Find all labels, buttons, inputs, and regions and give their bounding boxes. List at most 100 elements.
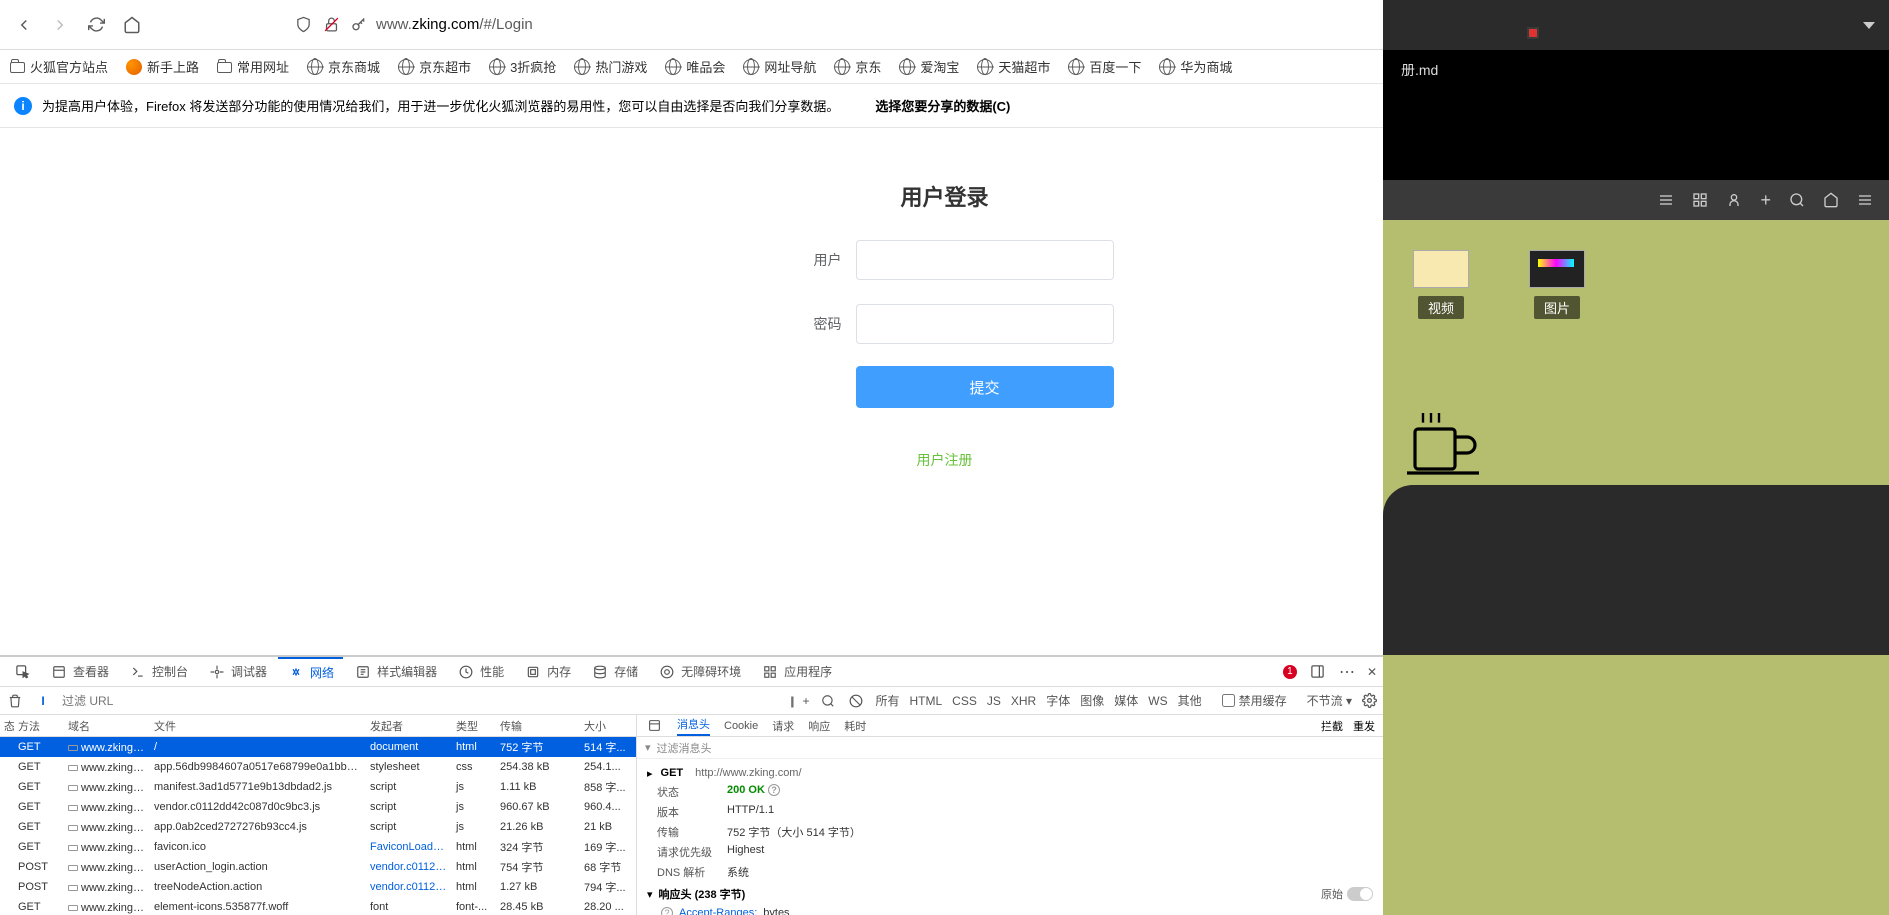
table-row[interactable]: GETwww.zking.c...manifest.3ad1d5771e9b13…: [0, 777, 636, 797]
register-link[interactable]: 用户注册: [917, 450, 973, 470]
column-header[interactable]: 大小: [580, 718, 634, 734]
type-filter[interactable]: 字体: [1046, 692, 1070, 709]
detail-tab[interactable]: 请求: [772, 718, 794, 734]
search-icon[interactable]: [1789, 192, 1805, 208]
block-button[interactable]: 拦截: [1321, 718, 1343, 734]
forward-button[interactable]: [46, 11, 74, 39]
key-icon[interactable]: [350, 16, 368, 34]
inspector-pick-icon[interactable]: [6, 657, 39, 686]
devtools-tab[interactable]: 网络: [278, 657, 343, 686]
bookmark-item[interactable]: 网址导航: [743, 57, 816, 76]
home-button[interactable]: [118, 11, 146, 39]
bookmark-item[interactable]: 热门游戏: [574, 57, 647, 76]
devtools-tab[interactable]: 查看器: [41, 657, 118, 686]
detail-toggle-icon[interactable]: [645, 717, 663, 735]
url-bar[interactable]: www.zking.com/#/Login: [154, 16, 1553, 34]
bookmark-item[interactable]: 爱淘宝: [899, 57, 959, 76]
bookmark-item[interactable]: 京东商城: [307, 57, 380, 76]
devtools-tab[interactable]: 内存: [515, 657, 580, 686]
column-header[interactable]: 域名: [64, 718, 150, 734]
disclosure-triangle-icon[interactable]: ▾: [647, 888, 653, 901]
password-input[interactable]: [856, 304, 1114, 344]
detail-tab[interactable]: 消息头: [677, 716, 710, 736]
type-filter[interactable]: 图像: [1080, 692, 1104, 709]
table-row[interactable]: POSTwww.zking.c...userAction_login.actio…: [0, 857, 636, 877]
raw-toggle[interactable]: [1347, 887, 1373, 901]
header-filter-placeholder[interactable]: 过滤消息头: [657, 740, 712, 756]
devtools-dock-icon[interactable]: [1309, 663, 1327, 681]
filter-cursor-icon[interactable]: I: [34, 692, 52, 710]
bookmark-item[interactable]: 常用网址: [217, 57, 289, 76]
table-row[interactable]: POSTwww.zking.c...treeNodeAction.actionv…: [0, 877, 636, 897]
table-row[interactable]: GETwww.zking.c...app.56db9984607a0517e68…: [0, 757, 636, 777]
grid-icon[interactable]: [1692, 192, 1708, 208]
hamburger-icon[interactable]: [1857, 192, 1873, 208]
devtools-tab[interactable]: 无障碍环境: [649, 657, 750, 686]
detail-tab[interactable]: 响应: [808, 718, 830, 734]
reload-button[interactable]: [82, 11, 110, 39]
type-filter[interactable]: 其他: [1178, 692, 1202, 709]
folder-thumb[interactable]: 图片: [1529, 250, 1585, 319]
bookmark-item[interactable]: 华为商城: [1159, 57, 1232, 76]
bookmark-item[interactable]: 火狐官方站点: [10, 57, 108, 76]
table-row[interactable]: GETwww.zking.c...app.0ab2ced2727276b93cc…: [0, 817, 636, 837]
detail-tab[interactable]: Cookie: [724, 720, 758, 732]
lock-insecure-icon[interactable]: [322, 16, 340, 34]
type-filter[interactable]: JS: [987, 694, 1001, 708]
person-icon[interactable]: [1726, 192, 1742, 208]
bookmark-item[interactable]: 京东超市: [398, 57, 471, 76]
submit-button[interactable]: 提交: [856, 366, 1114, 408]
list-icon[interactable]: [1658, 192, 1674, 208]
add-icon[interactable]: +: [802, 694, 809, 708]
url-filter-input[interactable]: [62, 694, 182, 708]
trash-icon[interactable]: [6, 692, 24, 710]
bookmark-item[interactable]: 新手上路: [126, 57, 199, 76]
type-filter[interactable]: 所有: [875, 692, 899, 709]
shield-icon[interactable]: [294, 16, 312, 34]
table-row[interactable]: GETwww.zking.c...favicon.icoFaviconLoade…: [0, 837, 636, 857]
column-header[interactable]: 传输: [496, 718, 580, 734]
error-count-badge[interactable]: 1: [1283, 665, 1297, 679]
devtools-tab[interactable]: 存储: [582, 657, 647, 686]
bookmark-item[interactable]: 百度一下: [1068, 57, 1141, 76]
devtools-more-icon[interactable]: ⋯: [1339, 662, 1355, 682]
devtools-tab[interactable]: 样式编辑器: [345, 657, 446, 686]
info-link[interactable]: 选择您要分享的数据(C): [875, 96, 1010, 115]
search-icon[interactable]: [819, 692, 837, 710]
plus-icon[interactable]: +: [1760, 190, 1771, 211]
resend-button[interactable]: 重发: [1353, 718, 1375, 734]
bookmark-item[interactable]: 唯品会: [665, 57, 725, 76]
devtools-tab[interactable]: 应用程序: [752, 657, 841, 686]
bookmark-item[interactable]: 京东: [834, 57, 881, 76]
devtools-tab[interactable]: 性能: [448, 657, 513, 686]
back-button[interactable]: [10, 11, 38, 39]
type-filter[interactable]: HTML: [910, 694, 943, 708]
pause-icon[interactable]: ||: [790, 694, 792, 708]
column-header[interactable]: 态: [0, 718, 14, 734]
column-header[interactable]: 文件: [150, 718, 366, 734]
table-row[interactable]: GETwww.zking.c.../documenthtml752 字节514 …: [0, 737, 636, 757]
disclosure-triangle-icon[interactable]: ▸: [647, 767, 653, 780]
user-input[interactable]: [856, 240, 1114, 280]
type-filter[interactable]: 媒体: [1114, 692, 1138, 709]
table-row[interactable]: GETwww.zking.c...vendor.c0112dd42c087d0c…: [0, 797, 636, 817]
dropdown-arrow-icon[interactable]: [1863, 22, 1875, 29]
folder-thumb[interactable]: 视频: [1413, 250, 1469, 319]
type-filter[interactable]: CSS: [952, 694, 977, 708]
type-filter[interactable]: WS: [1148, 694, 1167, 708]
disable-cache-checkbox[interactable]: 禁用缓存: [1222, 692, 1287, 709]
devtools-tab[interactable]: 控制台: [120, 657, 197, 686]
table-row[interactable]: GETwww.zking.c...element-icons.535877f.w…: [0, 897, 636, 915]
column-header[interactable]: 类型: [452, 718, 496, 734]
throttle-select[interactable]: 不节流 ▾: [1307, 692, 1352, 709]
devtools-close-icon[interactable]: ✕: [1367, 665, 1377, 679]
devtools-tab[interactable]: 调试器: [199, 657, 276, 686]
home-icon[interactable]: [1823, 192, 1839, 208]
bookmark-item[interactable]: 3折疯抢: [489, 57, 556, 76]
type-filter[interactable]: XHR: [1011, 694, 1036, 708]
gear-icon[interactable]: [1362, 693, 1377, 708]
bookmark-item[interactable]: 天猫超市: [977, 57, 1050, 76]
column-header[interactable]: 发起者: [366, 718, 452, 734]
block-icon[interactable]: [847, 692, 865, 710]
filter-funnel-icon[interactable]: ▾: [645, 741, 651, 754]
